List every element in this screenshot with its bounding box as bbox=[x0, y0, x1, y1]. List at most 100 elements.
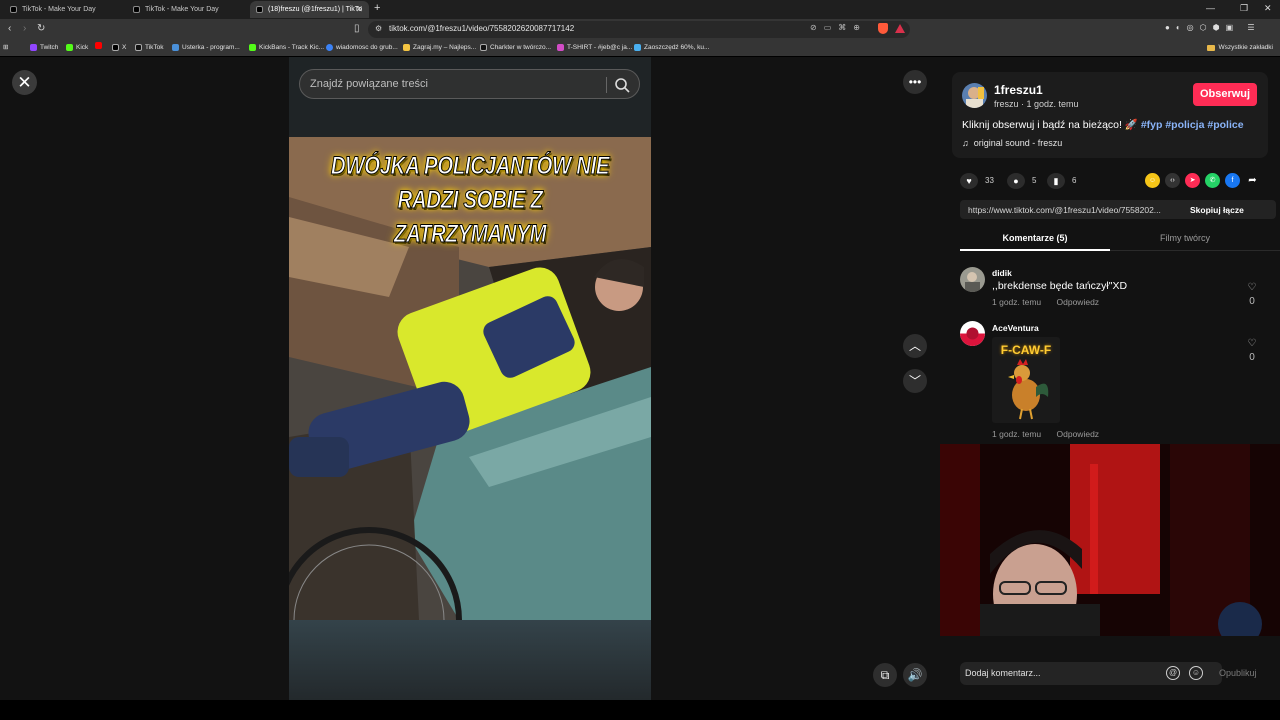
bookmark-tiktok[interactable]: TikTok bbox=[135, 42, 164, 53]
x-icon bbox=[112, 44, 119, 51]
tab-tiktok-1[interactable]: TikTok - Make Your Day bbox=[4, 1, 124, 18]
comment-avatar[interactable] bbox=[960, 267, 985, 292]
bookmark-label: T-SHIRT - #jeb@c ja... bbox=[567, 44, 633, 51]
author-avatar-image bbox=[962, 83, 987, 108]
more-options-button[interactable]: ••• bbox=[903, 70, 927, 94]
sound-name: original sound - freszu bbox=[973, 138, 1063, 148]
comment-button[interactable]: ● 5 bbox=[1007, 173, 1036, 189]
bookmark-charakter[interactable]: Charkter w twórczo... bbox=[480, 42, 551, 53]
bookmark-label: TikTok bbox=[145, 44, 164, 51]
tab-label: TikTok - Make Your Day bbox=[145, 6, 219, 13]
tab-creator-videos[interactable]: Filmy twórcy bbox=[1110, 233, 1260, 243]
site-info-icon[interactable]: ⚙ bbox=[375, 24, 383, 33]
tab-active-freszu[interactable]: (18)freszu (@1freszu1) | TikTo ✕ bbox=[250, 1, 369, 18]
publish-button[interactable]: Opublikuj bbox=[1219, 668, 1257, 678]
hashtag-fyp[interactable]: #fyp bbox=[1141, 119, 1163, 131]
comment-tabs: Komentarze (5) Filmy twórcy bbox=[960, 229, 1280, 251]
comment-like-button[interactable]: ♡ 0 bbox=[1245, 281, 1259, 309]
comment-like-button[interactable]: ♡ 0 bbox=[1245, 337, 1259, 365]
comment-sticker[interactable]: F-CAW-F bbox=[992, 337, 1060, 423]
bookmark-twitch[interactable]: Twitch bbox=[30, 42, 58, 53]
browser-toolbar: ‹ › ↻ ▯ ⚙ tiktok.com/@1freszu1/video/755… bbox=[0, 19, 1280, 40]
comment-input[interactable]: Dodaj komentarz... @ ☺ bbox=[960, 662, 1222, 685]
shop-icon bbox=[557, 44, 564, 51]
facebook-icon[interactable]: f bbox=[1225, 173, 1240, 188]
forward-icon[interactable]: › bbox=[23, 23, 26, 34]
bookmark-youtube[interactable] bbox=[95, 42, 102, 53]
copy-link-button[interactable]: Skopiuj łącze bbox=[1190, 205, 1244, 215]
bookmark-label: Usterka - program... bbox=[182, 44, 240, 51]
bookmark-kickbans[interactable]: KickBans - Track Kic... bbox=[249, 42, 324, 53]
pip-button[interactable]: ⧉ bbox=[873, 663, 897, 687]
embed-icon[interactable]: ‹› bbox=[1165, 173, 1180, 188]
hashtag-police[interactable]: #police bbox=[1207, 119, 1243, 131]
bookmark-zaoszczedz[interactable]: Zaoszczędź 60%, ku... bbox=[634, 42, 709, 53]
bookmark-x[interactable]: X bbox=[112, 42, 126, 53]
send-icon[interactable]: ➤ bbox=[1185, 173, 1200, 188]
close-window-icon[interactable]: ✕ bbox=[1264, 3, 1272, 14]
share-repost-icon[interactable]: ☺ bbox=[1145, 173, 1160, 188]
back-icon[interactable]: ‹ bbox=[8, 23, 11, 34]
bookmark-page-icon[interactable]: ▯ bbox=[354, 23, 360, 34]
author-avatar[interactable] bbox=[962, 83, 987, 108]
tab-close-icon[interactable]: ✕ bbox=[355, 1, 363, 18]
follow-button[interactable]: Obserwuj bbox=[1193, 83, 1257, 106]
comment-icon: ● bbox=[1007, 173, 1025, 189]
maximize-icon[interactable]: ❐ bbox=[1240, 3, 1248, 14]
tiktok-favicon bbox=[10, 6, 17, 13]
share-arrow-icon[interactable]: ➦ bbox=[1245, 173, 1260, 188]
bookmark-usterka[interactable]: Usterka - program... bbox=[172, 42, 240, 53]
next-video-button[interactable]: ﹀ bbox=[903, 369, 927, 393]
extension-icons[interactable]: ●◐◎⬡⬢▣ ☰ bbox=[1165, 23, 1261, 32]
reload-icon[interactable]: ↻ bbox=[37, 23, 45, 34]
tiktok-favicon bbox=[256, 6, 263, 13]
comment-meta: 1 godz. temu Odpowiedz bbox=[992, 297, 1112, 307]
tab-tiktok-2[interactable]: TikTok - Make Your Day bbox=[127, 1, 247, 18]
sticker-text: F-CAW-F bbox=[1000, 343, 1052, 357]
whatsapp-icon[interactable]: ✆ bbox=[1205, 173, 1220, 188]
close-video-button[interactable]: ✕ bbox=[12, 70, 37, 95]
new-tab-icon[interactable]: + bbox=[374, 2, 380, 14]
bookmark-kick[interactable]: Kick bbox=[66, 42, 88, 53]
hashtag-policja[interactable]: #policja bbox=[1165, 119, 1204, 131]
sound-link[interactable]: ♫ original sound - freszu bbox=[962, 138, 1062, 148]
save-button[interactable]: ▮ 6 bbox=[1047, 173, 1076, 189]
webcam-overlay bbox=[940, 444, 1280, 636]
author-username[interactable]: 1freszu1 bbox=[994, 83, 1043, 97]
emoji-icon[interactable]: ☺ bbox=[1189, 666, 1203, 680]
comment-username[interactable]: didik bbox=[992, 268, 1012, 278]
all-bookmarks-label: Wszystkie zakładki bbox=[1218, 44, 1273, 51]
brave-rewards-icon[interactable] bbox=[895, 24, 905, 33]
address-bar-actions-icon[interactable]: ⊘▭⌘⊕ bbox=[810, 23, 867, 32]
bookmark-zagraj[interactable]: Zagraj.my – Najleps... bbox=[403, 42, 476, 53]
reply-button[interactable]: Odpowiedz bbox=[1057, 297, 1100, 307]
tab-comments[interactable]: Komentarze (5) bbox=[960, 233, 1110, 243]
apps-icon[interactable]: ⊞ bbox=[3, 42, 8, 53]
comment-username[interactable]: AceVentura bbox=[992, 323, 1039, 333]
previous-video-button[interactable]: ︿ bbox=[903, 334, 927, 358]
reply-button[interactable]: Odpowiedz bbox=[1057, 429, 1100, 439]
volume-icon: 🔊 bbox=[907, 668, 923, 682]
description-text: Kliknij obserwuj i bądź na bieżąco! 🚀 bbox=[962, 119, 1141, 131]
zagraj-icon bbox=[403, 44, 410, 51]
video-player[interactable]: DWÓJKA POLICJANTÓW NIE RADZI SOBIE Z ZAT… bbox=[289, 57, 651, 700]
related-search-input[interactable]: Znajdź powiązane treści bbox=[299, 69, 640, 99]
caption-line-2: RADZI SOBIE Z ZATRZYMANYM bbox=[393, 186, 547, 249]
tab-bar: TikTok - Make Your Day TikTok - Make You… bbox=[0, 0, 1280, 19]
taskbar-strip bbox=[0, 700, 1280, 720]
like-button[interactable]: ♥ 33 bbox=[960, 173, 994, 189]
mention-icon[interactable]: @ bbox=[1166, 666, 1180, 680]
bookmark-tshirt[interactable]: T-SHIRT - #jeb@c ja... bbox=[557, 42, 632, 53]
comment-avatar[interactable] bbox=[960, 321, 985, 346]
bookmark-label: wiadomosc do grub... bbox=[336, 44, 398, 51]
search-icon[interactable] bbox=[614, 77, 630, 93]
twitch-icon bbox=[30, 44, 37, 51]
bookmark-wiadomosc[interactable]: wiadomosc do grub... bbox=[326, 42, 398, 53]
heart-outline-icon: ♡ bbox=[1247, 338, 1257, 349]
video-link[interactable]: https://www.tiktok.com/@1freszu1/video/7… bbox=[968, 205, 1176, 215]
minimize-icon[interactable]: — bbox=[1206, 3, 1215, 13]
brave-shield-icon[interactable] bbox=[878, 23, 888, 34]
volume-button[interactable]: 🔊 bbox=[903, 663, 927, 687]
all-bookmarks[interactable]: Wszystkie zakładki bbox=[1207, 42, 1273, 53]
tiktok-video-page: ✕ DWÓJKA POLICJANTÓW NIE RADZI SOBIE Z Z… bbox=[0, 57, 1280, 700]
